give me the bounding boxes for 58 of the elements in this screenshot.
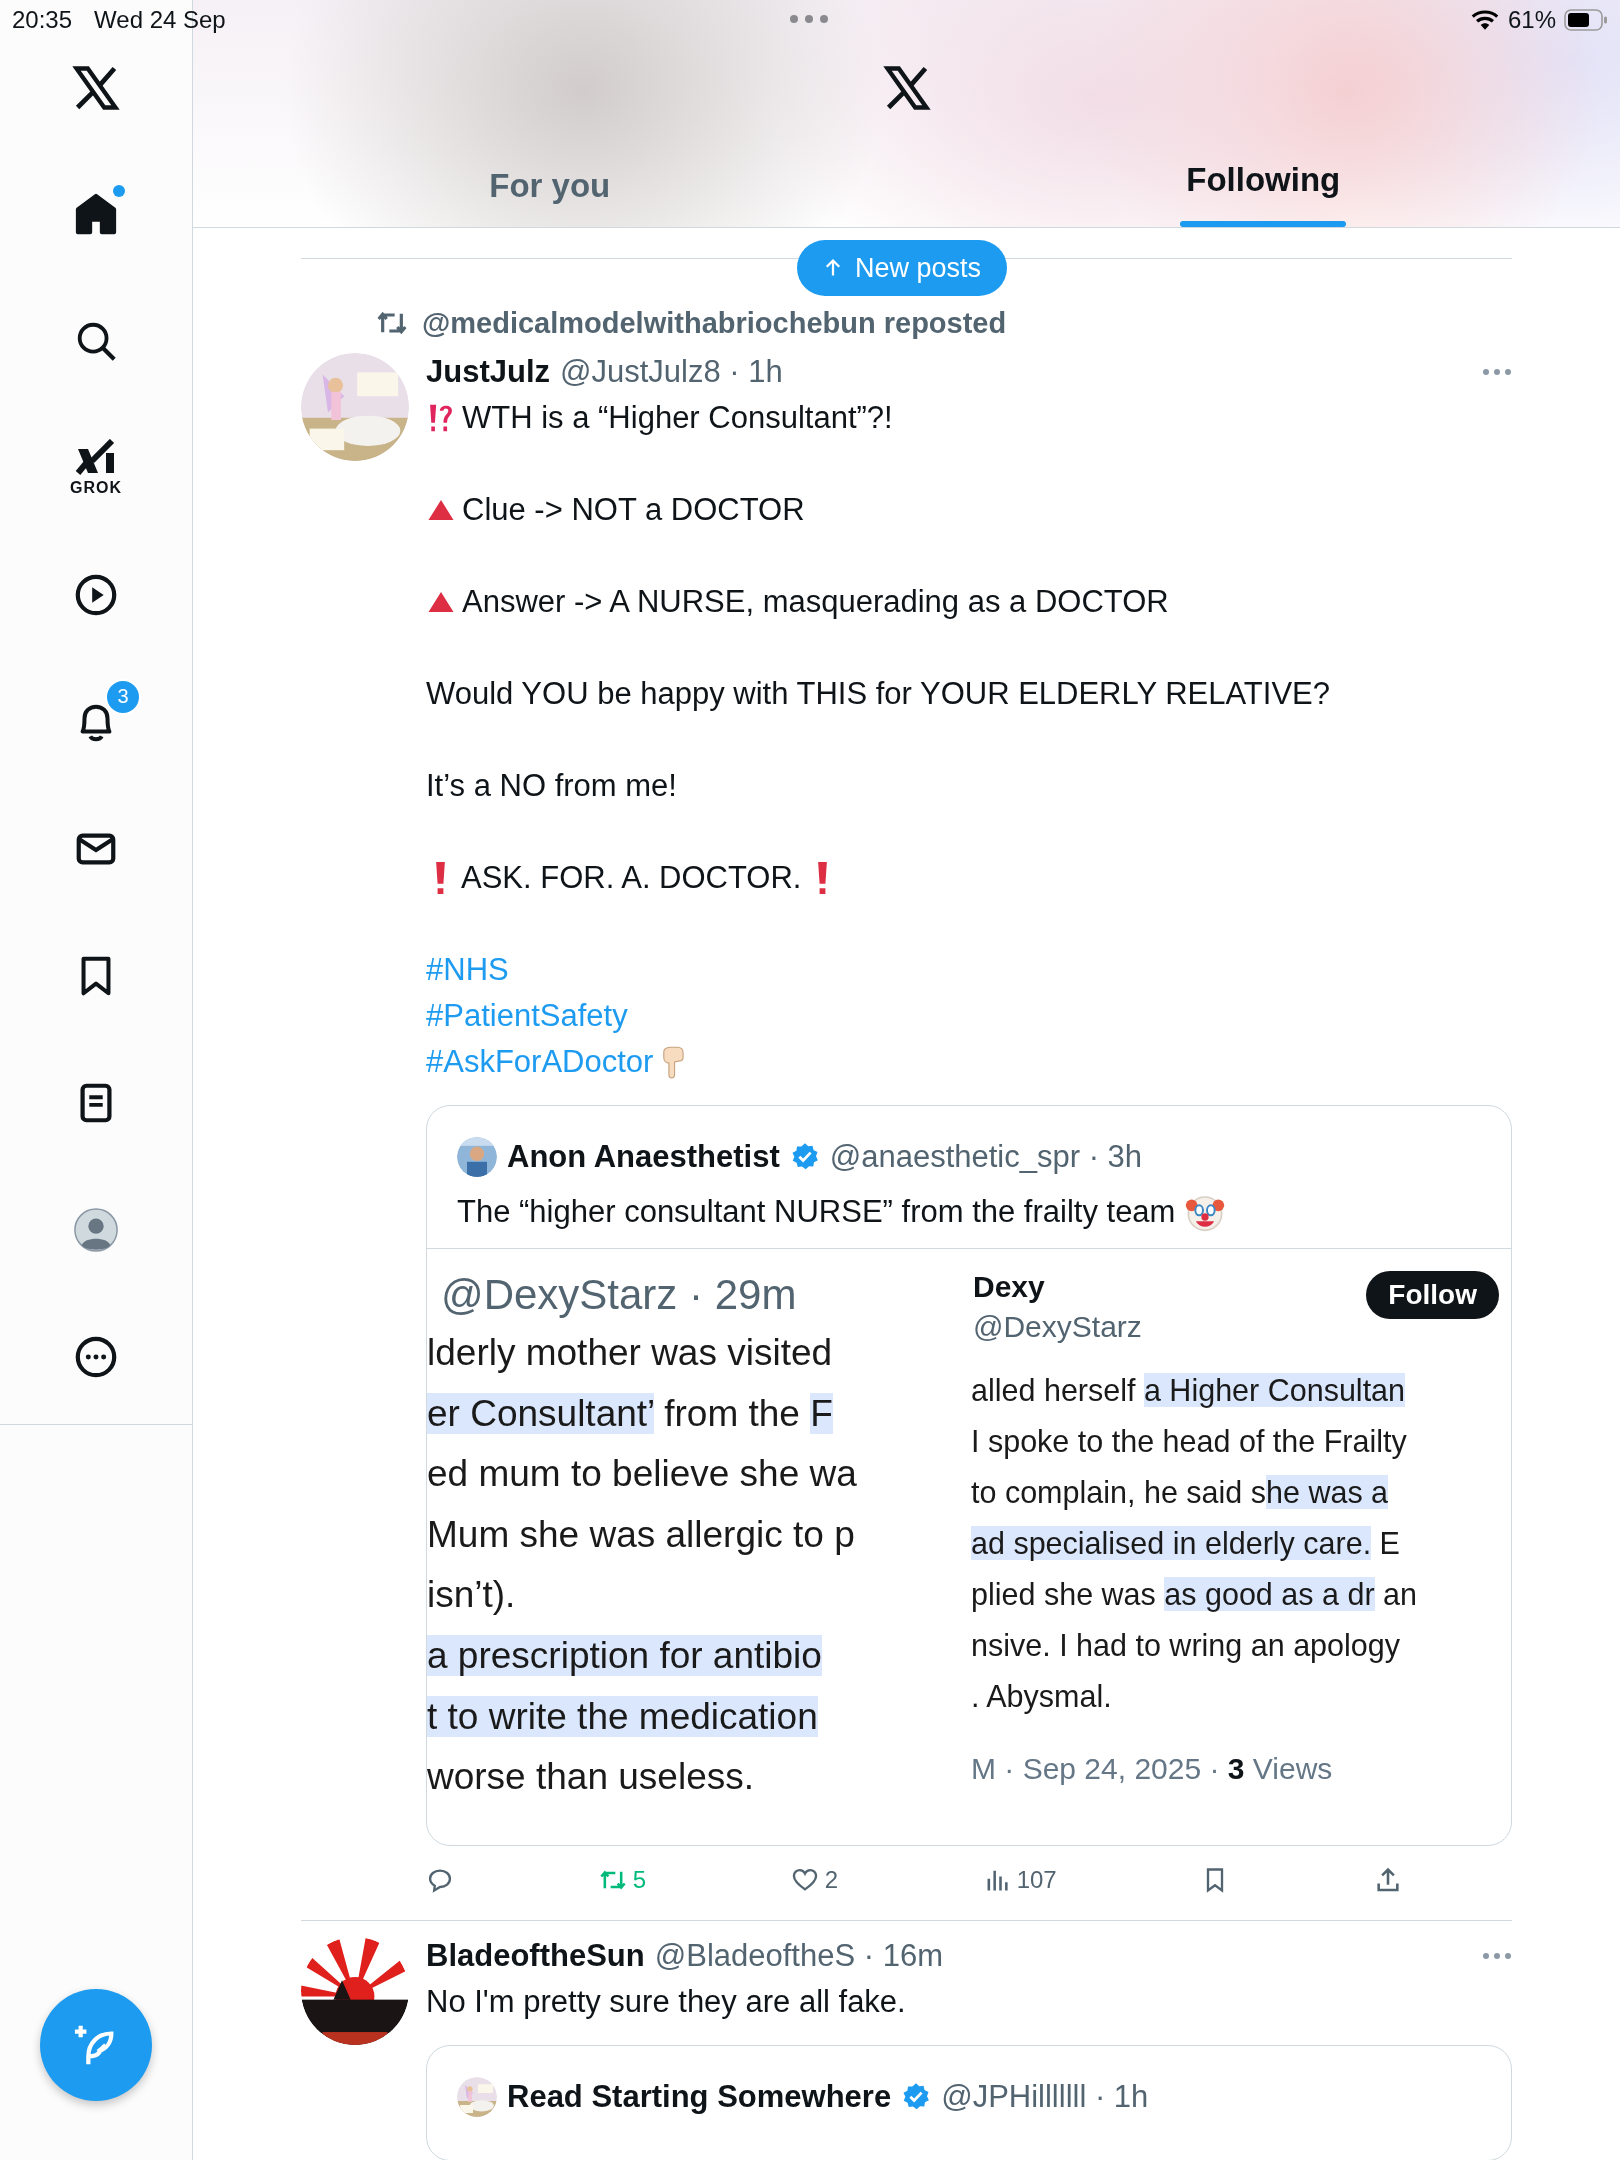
more-options-icon[interactable] — [1482, 1952, 1512, 1960]
repost-label[interactable]: @medicalmodelwithabriochebun reposted — [422, 306, 1007, 340]
exclamation-icon — [817, 862, 827, 894]
screenshot-text: alled herself a Higher Consultan — [971, 1372, 1407, 1410]
more-options-icon[interactable] — [1482, 368, 1512, 376]
screenshot-text: a prescription for antibio — [427, 1633, 823, 1678]
author-handle-time[interactable]: @JustJulz8 · 1h — [560, 354, 783, 390]
battery-percent: 61% — [1507, 6, 1556, 34]
status-time: 20:35 — [12, 6, 73, 34]
post-text: ASK. FOR. A. DOCTOR. — [461, 860, 802, 896]
quoted-post[interactable] — [426, 1105, 1512, 1846]
post-text: WTH is a “Higher Consultant”?! — [462, 400, 893, 436]
quoted-handle-time[interactable]: @JPHilllllll · 1h — [941, 2079, 1149, 2115]
compose-button[interactable] — [40, 1989, 152, 2101]
screenshot-text: . Abysmal. — [971, 1678, 1113, 1716]
quoted-author-name[interactable]: Read Starting Somewhere — [507, 2079, 892, 2115]
like-button[interactable]: 2 — [790, 1866, 838, 1894]
post-text: It’s a NO from me! — [426, 768, 677, 804]
follow-button: Follow — [1366, 1271, 1499, 1319]
screenshot-text: worse than useless. — [427, 1755, 755, 1800]
screenshot-handle-time: @DexyStarz · 29m — [440, 1270, 798, 1320]
verified-badge-icon — [901, 2082, 932, 2112]
screenshot-text: er Consultant’ from the F — [427, 1391, 834, 1436]
battery-icon — [1564, 9, 1608, 31]
notification-badge: 3 — [105, 678, 141, 715]
status-date: Wed 24 Sep — [94, 6, 226, 34]
author-handle-time[interactable]: @BladeoftheS · 16m — [654, 1938, 943, 1974]
screenshot-text: isn’t). — [427, 1573, 517, 1618]
quoted-author-name[interactable]: Anon Anaesthetist — [507, 1139, 780, 1175]
profile-icon[interactable] — [73, 1206, 119, 1253]
screenshot-text: lderly mother was visited — [427, 1331, 834, 1375]
screenshot-text: to complain, he said she was a — [971, 1474, 1390, 1512]
post-text: Clue -> NOT a DOCTOR — [462, 492, 805, 528]
author-name[interactable]: BladeoftheSun — [426, 1938, 645, 1974]
exclamation-icon — [436, 862, 445, 894]
quoted-text: The “higher consultant NURSE” from the frailty team — [457, 1194, 1176, 1230]
multitask-dots-icon[interactable] — [788, 14, 830, 24]
post-text: No I'm pretty sure they are all fake. — [426, 1984, 906, 2020]
screenshot-text: t to write the medication — [427, 1694, 819, 1739]
screenshot-text: ad specialised in elderly care. E — [971, 1525, 1401, 1563]
grok-label[interactable]: GROK — [70, 478, 122, 497]
screenshot-text: Mum she was allergic to p — [427, 1512, 856, 1557]
author-name[interactable]: JustJulz — [426, 354, 551, 390]
post-text: Answer -> A NURSE, masquerading as a DOCTOR — [462, 584, 1169, 620]
screenshot-handle: @DexyStarz — [973, 1309, 1142, 1345]
screenshot-text: I spoke to the head of the Frailty — [971, 1423, 1408, 1461]
arrow-up-icon — [823, 258, 843, 278]
screenshot-author-name: Dexy — [973, 1269, 1046, 1305]
quoted-handle-time[interactable]: @anaesthetic_spr · 3h — [829, 1139, 1143, 1175]
wifi-icon — [1469, 9, 1500, 31]
post-text: Would YOU be happy with THIS for YOUR ELDERLY RELATIVE? — [426, 676, 1330, 712]
feed-tab[interactable]: Following — [1182, 161, 1345, 199]
views-button[interactable]: 107 — [982, 1866, 1057, 1894]
screenshot-text: plied she was as good as a dr an — [971, 1576, 1418, 1614]
screenshot-text: nsive. I had to wring an apology — [971, 1627, 1401, 1665]
feed-tab[interactable]: For you — [485, 167, 615, 205]
screenshot-date-views: M · Sep 24, 2025 · 3 Views — [971, 1752, 1334, 1786]
screenshot-text: ed mum to believe she wa — [427, 1452, 858, 1497]
